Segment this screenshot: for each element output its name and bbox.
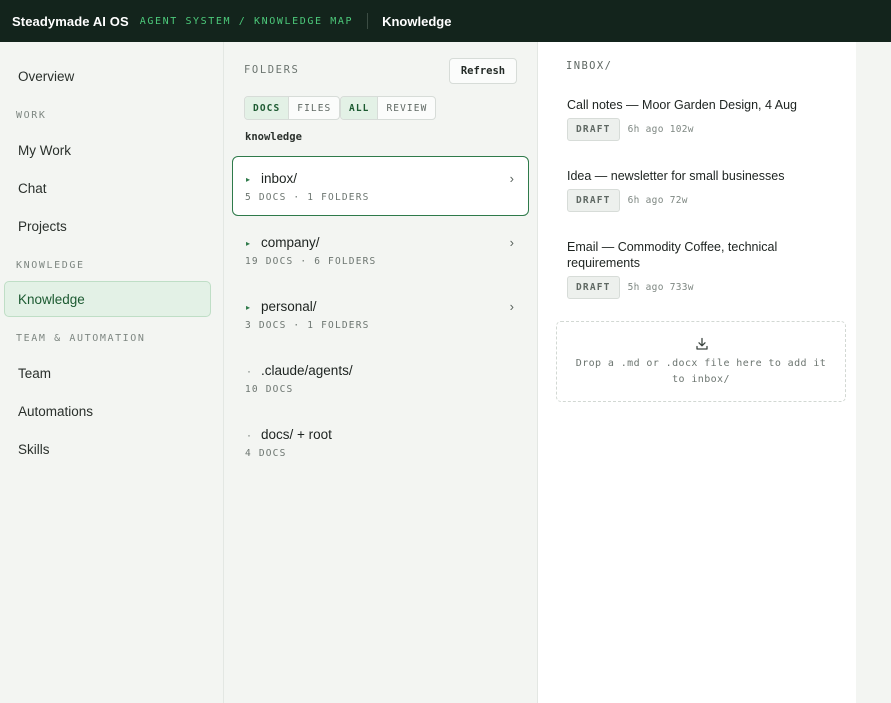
doc-item[interactable]: Idea — newsletter for small businesses D… bbox=[567, 168, 817, 212]
folders-panel: FOLDERS Refresh DOCS FILES ALL REVIEW kn… bbox=[224, 42, 538, 703]
sidebar: Overview WORK My Work Chat Projects KNOW… bbox=[0, 42, 224, 703]
sidebar-item-team[interactable]: Team bbox=[4, 355, 211, 391]
folder-name: .claude/agents/ bbox=[261, 363, 353, 378]
filter-review[interactable]: REVIEW bbox=[377, 97, 435, 119]
expand-arrow-icon: ▸ bbox=[246, 175, 251, 184]
sidebar-item-projects[interactable]: Projects bbox=[4, 208, 211, 244]
docs-heading: INBOX/ bbox=[566, 60, 613, 72]
file-dropzone[interactable]: Drop a .md or .docx file here to add it … bbox=[556, 321, 846, 402]
sidebar-section-work: WORK bbox=[16, 110, 47, 121]
bullet-icon: · bbox=[247, 428, 251, 442]
folder-docs-root[interactable]: · docs/ + root 4 DOCS bbox=[232, 412, 529, 472]
folder-meta: 19 DOCS · 6 FOLDERS bbox=[245, 256, 377, 267]
app-brand[interactable]: Steadymade AI OS bbox=[12, 14, 129, 29]
doc-age: 6h ago bbox=[627, 124, 664, 135]
folders-heading: FOLDERS bbox=[244, 64, 300, 76]
folder-meta: 4 DOCS bbox=[245, 448, 287, 459]
expand-arrow-icon: ▸ bbox=[246, 303, 251, 312]
doc-title: Call notes — Moor Garden Design, 4 Aug bbox=[567, 98, 797, 112]
sidebar-item-chat[interactable]: Chat bbox=[4, 170, 211, 206]
status-badge: DRAFT bbox=[567, 189, 620, 212]
folder-root-label: knowledge bbox=[245, 131, 302, 143]
sidebar-item-overview[interactable]: Overview bbox=[4, 58, 211, 94]
doc-age: 6h ago bbox=[627, 195, 664, 206]
docs-panel: INBOX/ Call notes — Moor Garden Design, … bbox=[538, 42, 856, 703]
filter-all[interactable]: ALL bbox=[341, 97, 378, 119]
folder-name: personal/ bbox=[261, 299, 317, 314]
sidebar-section-team-automation: TEAM & AUTOMATION bbox=[16, 333, 146, 344]
folder-name: company/ bbox=[261, 235, 320, 250]
filter-docs[interactable]: DOCS bbox=[245, 97, 289, 119]
doc-age: 5h ago bbox=[627, 282, 664, 293]
folder-name: inbox/ bbox=[261, 171, 298, 186]
top-bar: Steadymade AI OS AGENT SYSTEM / KNOWLEDG… bbox=[0, 0, 891, 42]
doc-word-count: 72w bbox=[669, 195, 688, 206]
sidebar-item-automations[interactable]: Automations bbox=[4, 393, 211, 429]
download-icon bbox=[696, 337, 708, 350]
chevron-right-icon: › bbox=[509, 235, 514, 250]
doc-title: Idea — newsletter for small businesses bbox=[567, 169, 785, 183]
filter-files[interactable]: FILES bbox=[288, 97, 339, 119]
status-badge: DRAFT bbox=[567, 118, 620, 141]
chevron-right-icon: › bbox=[509, 171, 514, 186]
sidebar-section-knowledge: KNOWLEDGE bbox=[16, 260, 85, 271]
folder-meta: 10 DOCS bbox=[245, 384, 294, 395]
folder-meta: 3 DOCS · 1 FOLDERS bbox=[245, 320, 370, 331]
doc-item[interactable]: Email — Commodity Coffee, technical requ… bbox=[567, 239, 817, 299]
divider bbox=[367, 13, 369, 29]
doc-word-count: 102w bbox=[669, 124, 694, 135]
folder-company[interactable]: ▸ company/ 19 DOCS · 6 FOLDERS › bbox=[232, 220, 529, 280]
status-badge: DRAFT bbox=[567, 276, 620, 299]
refresh-button[interactable]: Refresh bbox=[449, 58, 517, 84]
status-filter: ALL REVIEW bbox=[340, 96, 437, 120]
type-filter: DOCS FILES bbox=[244, 96, 341, 120]
right-gutter bbox=[856, 42, 891, 703]
doc-title: Email — Commodity Coffee, technical requ… bbox=[567, 240, 778, 270]
folder-name: docs/ + root bbox=[261, 427, 332, 442]
sidebar-item-skills[interactable]: Skills bbox=[4, 431, 211, 467]
bullet-icon: · bbox=[247, 364, 251, 378]
breadcrumb: AGENT SYSTEM / KNOWLEDGE MAP bbox=[139, 15, 354, 27]
chevron-right-icon: › bbox=[509, 299, 514, 314]
folder-personal[interactable]: ▸ personal/ 3 DOCS · 1 FOLDERS › bbox=[232, 284, 529, 344]
expand-arrow-icon: ▸ bbox=[246, 239, 251, 248]
page-title: Knowledge bbox=[382, 13, 452, 29]
doc-word-count: 733w bbox=[669, 282, 694, 293]
sidebar-item-my-work[interactable]: My Work bbox=[4, 132, 211, 168]
dropzone-text: Drop a .md or .docx file here to add it … bbox=[575, 358, 827, 385]
folder-inbox[interactable]: ▸ inbox/ 5 DOCS · 1 FOLDERS › bbox=[232, 156, 529, 216]
doc-item[interactable]: Call notes — Moor Garden Design, 4 Aug D… bbox=[567, 97, 817, 141]
folder-meta: 5 DOCS · 1 FOLDERS bbox=[245, 192, 370, 203]
sidebar-item-knowledge[interactable]: Knowledge bbox=[4, 281, 211, 317]
folder-claude-agents[interactable]: · .claude/agents/ 10 DOCS bbox=[232, 348, 529, 408]
